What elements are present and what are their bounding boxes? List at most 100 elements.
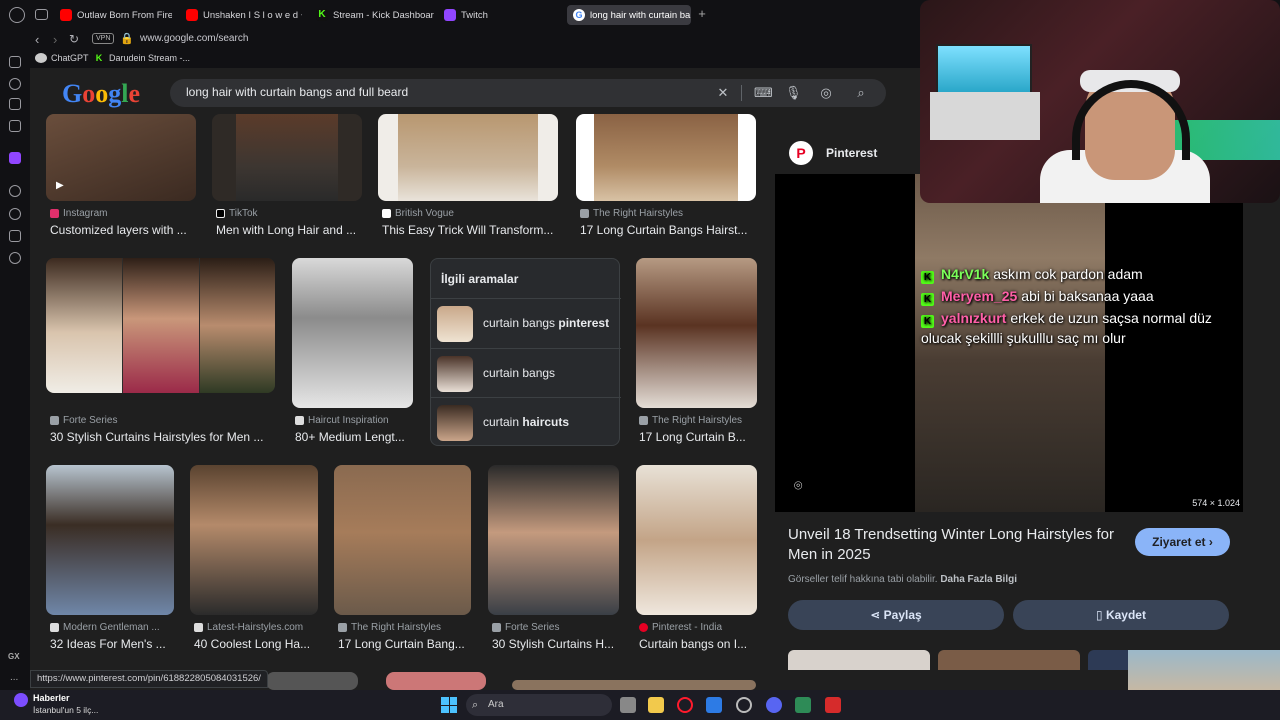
reload-icon[interactable]: ↻ bbox=[69, 32, 79, 46]
panel-site-name[interactable]: Pinterest bbox=[826, 146, 877, 160]
save-button[interactable]: ▯ Kaydet bbox=[1013, 600, 1229, 630]
news-title[interactable]: Haberler bbox=[33, 693, 70, 703]
result-title[interactable]: 30 Stylish Curtains H... bbox=[492, 637, 620, 651]
lens-icon[interactable]: ⌾ bbox=[794, 477, 812, 495]
workspace-icon[interactable] bbox=[35, 9, 48, 20]
result-title[interactable]: 17 Long Curtain Bangs Hairst... bbox=[580, 223, 756, 237]
bookmark-chatgpt[interactable]: ChatGPT bbox=[35, 53, 89, 63]
clear-search-icon[interactable]: ✕ bbox=[715, 85, 731, 101]
sidebar-gx-label[interactable]: GX bbox=[8, 652, 20, 661]
google-logo[interactable]: Google bbox=[62, 79, 140, 109]
app-icon[interactable] bbox=[825, 697, 841, 713]
result-image[interactable] bbox=[266, 672, 358, 690]
result-image[interactable] bbox=[212, 114, 362, 201]
result-source[interactable]: The Right Hairstyles bbox=[338, 622, 441, 633]
new-tab-icon[interactable]: + bbox=[696, 7, 708, 20]
related-image[interactable] bbox=[788, 650, 930, 670]
result-image[interactable] bbox=[636, 258, 757, 408]
taskbar-search[interactable]: ⌕ Ara bbox=[466, 694, 612, 716]
result-title[interactable]: Customized layers with ... bbox=[50, 223, 196, 237]
tab-unshaken[interactable]: Unshaken I S l o w e d + R bbox=[180, 5, 302, 25]
result-source[interactable]: Pinterest - India bbox=[639, 622, 722, 633]
sidebar-extensions-icon[interactable] bbox=[9, 230, 21, 242]
sidebar-ai-icon[interactable] bbox=[9, 98, 21, 110]
pinterest-icon[interactable]: P bbox=[789, 141, 813, 165]
result-source[interactable]: Modern Gentleman ... bbox=[50, 622, 160, 633]
tab-google-search[interactable]: G long hair with curtain bang bbox=[567, 5, 691, 25]
visit-button[interactable]: Ziyaret et › bbox=[1135, 528, 1230, 556]
preview-title[interactable]: Unveil 18 Trendsetting Winter Long Hairs… bbox=[788, 525, 1128, 565]
opera-gx-icon[interactable] bbox=[677, 697, 693, 713]
result-image[interactable] bbox=[512, 680, 756, 690]
search-input[interactable] bbox=[186, 85, 706, 99]
result-source[interactable]: Latest-Hairstyles.com bbox=[194, 622, 303, 633]
url-text[interactable]: www.google.com/search bbox=[140, 33, 248, 44]
result-image[interactable] bbox=[378, 114, 558, 201]
sidebar-player-icon[interactable] bbox=[9, 78, 21, 90]
result-title[interactable]: 30 Stylish Curtains Hairstyles for Men .… bbox=[50, 430, 290, 444]
result-title[interactable]: 40 Coolest Long Ha... bbox=[194, 637, 318, 651]
opera-menu-icon[interactable] bbox=[9, 7, 25, 23]
sidebar-m-icon[interactable] bbox=[9, 120, 21, 132]
result-source[interactable]: The Right Hairstyles bbox=[580, 208, 683, 219]
related-item[interactable]: curtain haircuts bbox=[431, 397, 621, 447]
result-image[interactable] bbox=[190, 465, 318, 615]
search-icon[interactable]: ⌕ bbox=[853, 85, 869, 101]
file-explorer-icon[interactable] bbox=[648, 697, 664, 713]
result-source[interactable]: The Right Hairstyles bbox=[639, 415, 742, 426]
result-image[interactable]: ▶ bbox=[46, 114, 196, 201]
related-item[interactable]: curtain bangs bbox=[431, 348, 621, 398]
sidebar-history-icon[interactable] bbox=[9, 208, 21, 220]
tab-twitch[interactable]: Twitch bbox=[438, 5, 498, 25]
back-icon[interactable]: ‹ bbox=[35, 32, 39, 47]
related-image[interactable] bbox=[938, 650, 1080, 670]
app-icon[interactable] bbox=[795, 697, 811, 713]
share-button[interactable]: ⋖ Paylaş bbox=[788, 600, 1004, 630]
tab-outlaw[interactable]: Outlaw Born From Fire bbox=[54, 5, 172, 25]
result-image[interactable] bbox=[386, 672, 486, 690]
discord-icon[interactable] bbox=[766, 697, 782, 713]
mail-icon[interactable] bbox=[706, 697, 722, 713]
tab-kick-dashboard[interactable]: K Stream - Kick Dashboard bbox=[310, 5, 434, 25]
result-source[interactable]: Forte Series bbox=[492, 622, 559, 633]
result-title[interactable]: Curtain bangs on I... bbox=[639, 637, 757, 651]
result-title[interactable]: 32 Ideas For Men's ... bbox=[50, 637, 174, 651]
result-image[interactable] bbox=[636, 465, 757, 615]
lock-icon[interactable]: 🔒 bbox=[120, 32, 134, 45]
sidebar-more-icon[interactable]: ... bbox=[10, 672, 18, 683]
result-source[interactable]: Forte Series bbox=[50, 415, 117, 426]
result-title[interactable]: Men with Long Hair and ... bbox=[216, 223, 362, 237]
vpn-badge[interactable]: VPN bbox=[92, 33, 115, 44]
sidebar-settings-icon[interactable] bbox=[9, 252, 21, 264]
result-title[interactable]: 80+ Medium Lengt... bbox=[295, 430, 415, 444]
news-subtitle[interactable]: İstanbul'un 5 ilç... bbox=[33, 705, 98, 715]
result-image[interactable] bbox=[46, 465, 174, 615]
more-info-link[interactable]: Daha Fazla Bilgi bbox=[940, 574, 1017, 585]
result-image[interactable] bbox=[576, 114, 756, 201]
app-icon[interactable] bbox=[736, 697, 752, 713]
result-image[interactable] bbox=[334, 465, 471, 615]
bookmark-darudein[interactable]: K Darudein Stream -... bbox=[93, 53, 190, 63]
result-source[interactable]: TikTok bbox=[216, 208, 258, 219]
keyboard-icon[interactable]: ⌨ bbox=[754, 85, 773, 101]
result-image[interactable] bbox=[46, 258, 275, 393]
result-source[interactable]: British Vogue bbox=[382, 208, 454, 219]
microphone-icon[interactable]: 🎙 bbox=[785, 85, 802, 101]
lens-icon[interactable]: ◎ bbox=[818, 85, 834, 101]
result-title[interactable]: This Easy Trick Will Transform... bbox=[382, 223, 558, 237]
taskbar-search-placeholder: Ara bbox=[488, 699, 504, 710]
result-source[interactable]: Haircut Inspiration bbox=[295, 415, 389, 426]
windows-start-icon[interactable] bbox=[441, 697, 457, 713]
result-image[interactable] bbox=[292, 258, 413, 408]
result-title[interactable]: 17 Long Curtain Bang... bbox=[338, 637, 474, 651]
sidebar-twitch-icon[interactable] bbox=[9, 152, 21, 164]
result-source[interactable]: Instagram bbox=[50, 208, 107, 219]
task-view-icon[interactable] bbox=[620, 697, 636, 713]
sidebar-play-icon[interactable] bbox=[9, 185, 21, 197]
forward-icon[interactable]: › bbox=[53, 32, 57, 47]
news-widget-icon[interactable] bbox=[14, 693, 28, 707]
result-title[interactable]: 17 Long Curtain B... bbox=[639, 430, 757, 444]
related-item[interactable]: curtain bangs pinterest bbox=[431, 298, 621, 348]
result-image[interactable] bbox=[488, 465, 619, 615]
sidebar-home-icon[interactable] bbox=[9, 56, 21, 68]
